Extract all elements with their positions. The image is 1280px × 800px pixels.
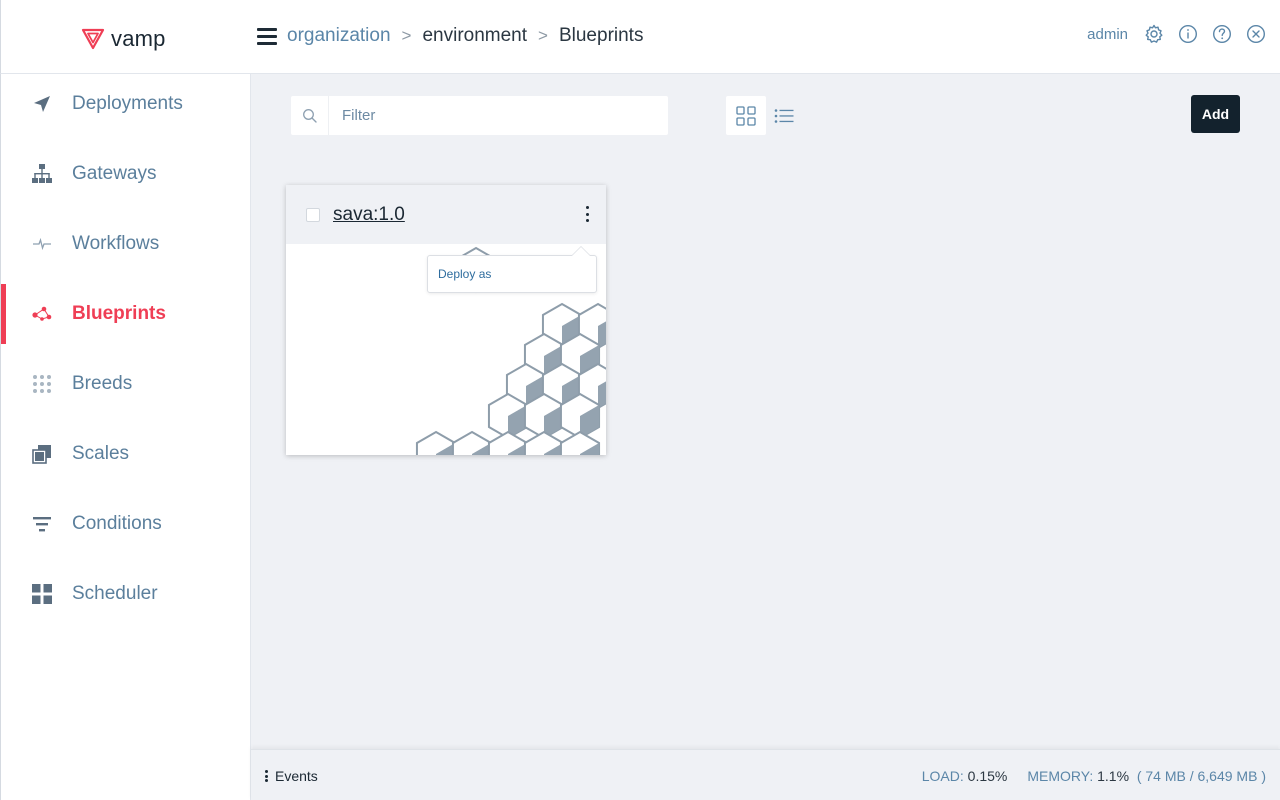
card-header: sava:1.0: [286, 185, 606, 244]
memory-value: 1.1%: [1097, 768, 1130, 784]
paper-plane-icon: [31, 93, 53, 115]
more-vertical-icon: [265, 770, 268, 782]
grid-view-icon: [736, 105, 756, 126]
sidebar-item-label: Scales: [72, 443, 130, 464]
gear-icon[interactable]: [1144, 24, 1164, 44]
dots-grid-icon: [31, 373, 53, 395]
sidebar-item-label: Deployments: [72, 93, 183, 114]
breadcrumb-environment[interactable]: environment: [422, 25, 527, 47]
sidebar-item-label: Breeds: [72, 373, 133, 394]
events-toggle[interactable]: Events: [265, 768, 318, 784]
filter-box: [291, 96, 668, 135]
top-header: vamp organization > environment > Bluepr…: [0, 0, 1280, 74]
sidebar-item-deployments[interactable]: Deployments: [1, 74, 251, 134]
sidebar-item-scales[interactable]: Scales: [1, 424, 251, 484]
network-icon: [31, 163, 53, 185]
more-vertical-icon[interactable]: [582, 205, 592, 223]
help-icon[interactable]: [1212, 24, 1232, 44]
breadcrumb-organization[interactable]: organization: [287, 25, 391, 47]
memory-label: MEMORY:: [1027, 768, 1094, 784]
grid-icon: [31, 583, 53, 605]
sidebar-item-label: Gateways: [72, 163, 157, 184]
filter-input[interactable]: [329, 97, 659, 134]
breadcrumb-separator: >: [538, 26, 548, 45]
list-view-button[interactable]: [770, 96, 798, 135]
filter-icon: [31, 513, 53, 535]
breadcrumb: organization > environment > Blueprints: [287, 25, 643, 47]
sidebar-item-breeds[interactable]: Breeds: [1, 354, 251, 414]
deploy-as-menu-item[interactable]: Deploy as: [438, 267, 491, 281]
info-icon[interactable]: [1178, 24, 1198, 44]
sidebar-item-label: Workflows: [72, 233, 160, 254]
sidebar-item-conditions[interactable]: Conditions: [1, 494, 251, 554]
card-checkbox[interactable]: [306, 208, 320, 222]
user-menu[interactable]: admin: [1087, 26, 1128, 43]
close-icon[interactable]: [1246, 24, 1266, 44]
card-actions-popover: Deploy as: [427, 246, 597, 293]
load-value: 0.15%: [967, 768, 1008, 784]
logo-text: vamp: [111, 26, 166, 51]
blueprint-icon: [31, 303, 53, 325]
memory-stat: MEMORY: 1.1% ( 74 MB / 6,649 MB ): [1027, 768, 1266, 784]
sidebar-item-scheduler[interactable]: Scheduler: [1, 564, 251, 624]
load-stat: LOAD: 0.15%: [922, 768, 1008, 784]
breadcrumb-separator: >: [401, 26, 412, 45]
layers-icon: [31, 443, 53, 465]
search-icon: [291, 96, 329, 135]
blueprint-card[interactable]: sava:1.0: [286, 185, 606, 455]
sidebar-item-label: Conditions: [72, 513, 162, 534]
grid-view-button[interactable]: [726, 96, 766, 135]
header-actions: admin: [1087, 24, 1266, 44]
load-label: LOAD:: [921, 768, 964, 784]
breadcrumb-blueprints: Blueprints: [558, 25, 644, 46]
sidebar-item-label: Scheduler: [72, 583, 158, 604]
events-label: Events: [275, 768, 318, 784]
add-button[interactable]: Add: [1191, 95, 1240, 133]
sidebar-item-gateways[interactable]: Gateways: [1, 144, 251, 204]
menu-toggle-icon[interactable]: [257, 28, 277, 45]
pulse-icon: [31, 233, 53, 255]
status-footer: Events LOAD: 0.15% MEMORY: 1.1% ( 74 MB …: [251, 749, 1280, 800]
list-view-icon: [774, 108, 794, 123]
system-stats: LOAD: 0.15% MEMORY: 1.1% ( 74 MB / 6,649…: [922, 768, 1266, 784]
sidebar-item-blueprints[interactable]: Blueprints: [1, 284, 251, 344]
sidebar-item-label: Blueprints: [72, 303, 166, 324]
sidebar: Deployments Gateways Workflows Blueprint…: [0, 74, 251, 800]
vamp-logo[interactable]: vamp: [81, 26, 166, 52]
sidebar-item-workflows[interactable]: Workflows: [1, 214, 251, 274]
vamp-logo-icon: [81, 28, 105, 50]
memory-detail: ( 74 MB / 6,649 MB ): [1136, 768, 1266, 784]
card-title-link[interactable]: sava:1.0: [333, 204, 405, 226]
